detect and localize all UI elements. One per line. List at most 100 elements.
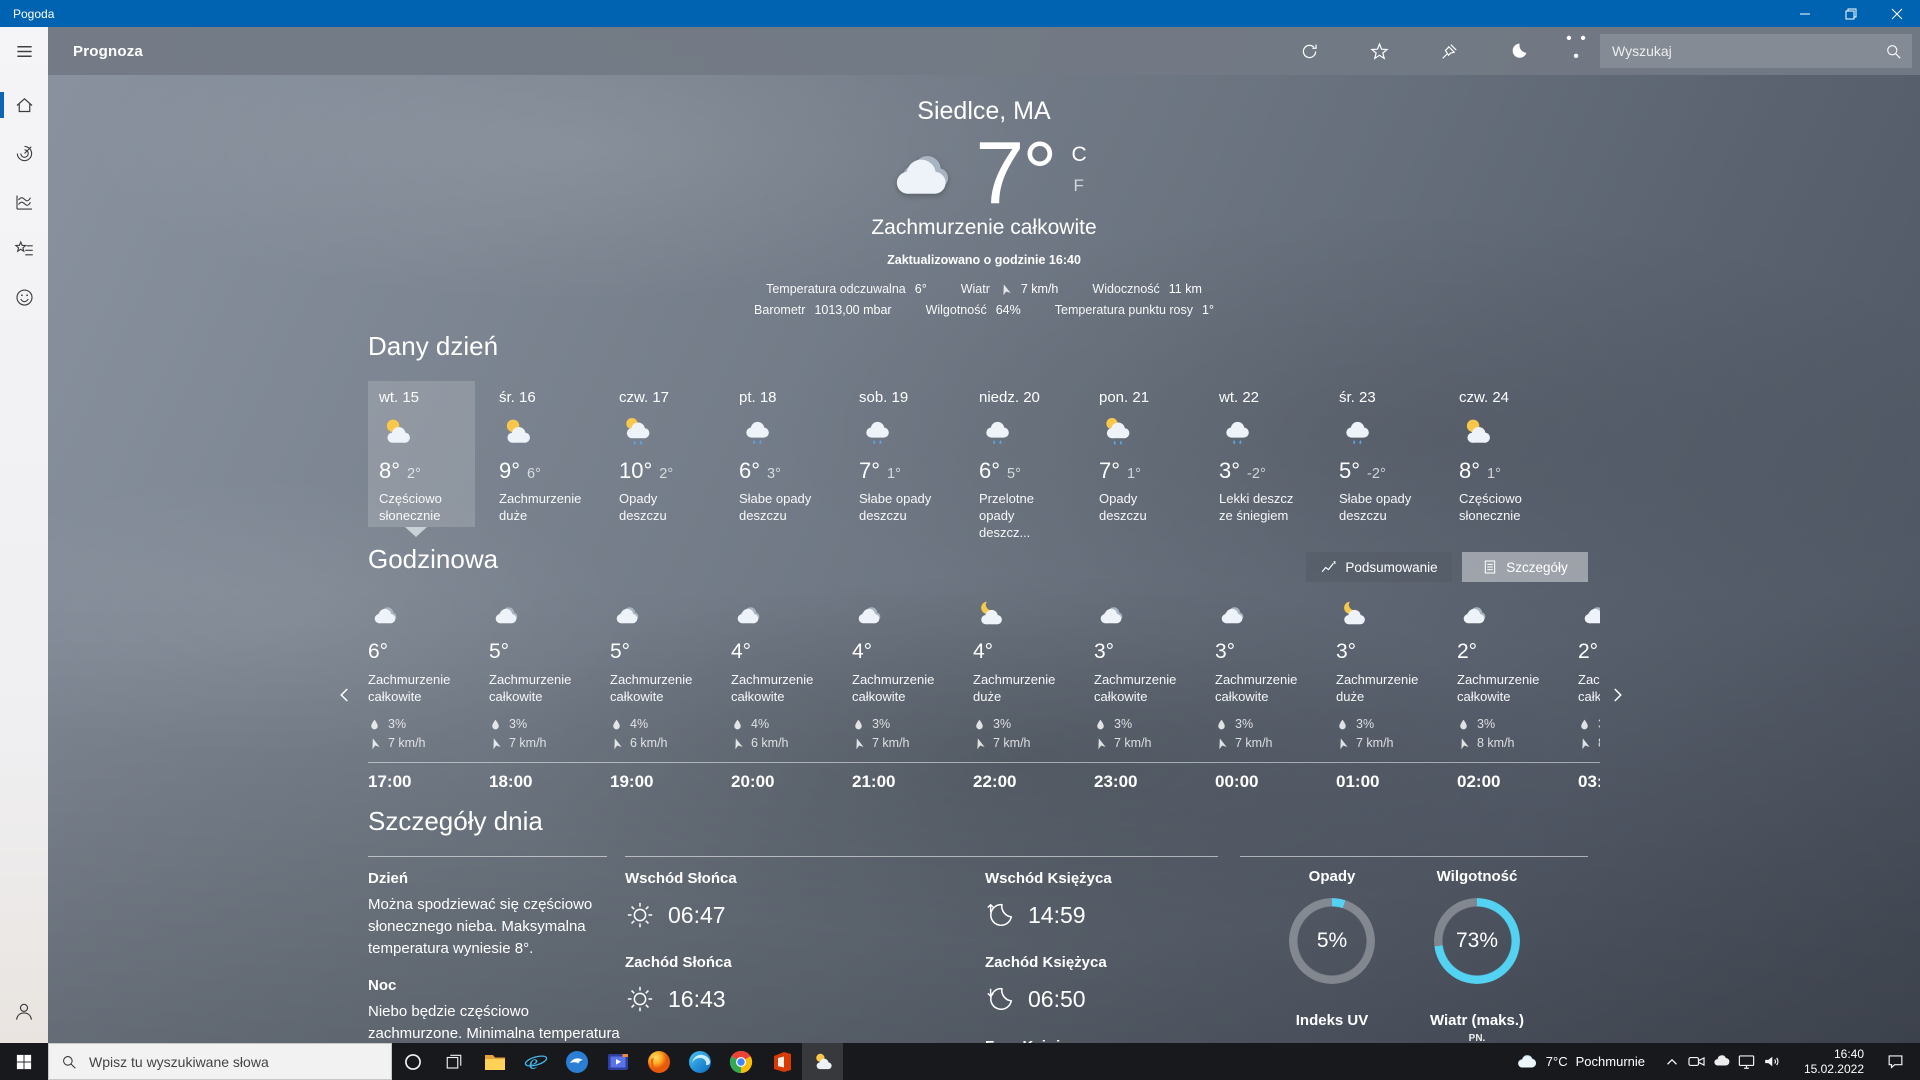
summary-button[interactable]: Podsumowanie — [1306, 552, 1452, 582]
day-condition: Opady deszczu — [619, 491, 715, 525]
app-navbar: Prognoza • • • — [48, 27, 1920, 75]
day-card[interactable]: sob. 19 7°1° Słabe opady deszczu — [848, 381, 955, 527]
sunset-time: 16:43 — [668, 986, 726, 1013]
day-card[interactable]: wt. 22 3°-2° Lekki deszcz ze śniegiem — [1208, 381, 1315, 527]
wind-direction-icon — [852, 737, 865, 750]
list-icon — [1482, 559, 1498, 575]
day-details-section-title: Szczegóły dnia — [368, 806, 543, 837]
day-card[interactable]: wt. 15 8°2° Częściowo słonecznie — [368, 381, 475, 527]
action-center-button[interactable] — [1874, 1052, 1916, 1071]
close-button[interactable] — [1874, 0, 1920, 27]
account-button[interactable] — [0, 987, 48, 1035]
app-search-box[interactable] — [1600, 34, 1912, 68]
hourly-scroll-left-button[interactable] — [330, 678, 360, 712]
low-temp: 6° — [527, 466, 541, 482]
precip-drop-icon — [1215, 718, 1228, 731]
tray-weather-widget[interactable]: 7°C Pochmurnie — [1516, 1051, 1645, 1073]
day-card[interactable]: śr. 16 9°6° Zachmurzenie duże — [488, 381, 595, 527]
humidity-gauge-label: Wilgotność — [1427, 868, 1527, 885]
precip-value: 3% — [993, 717, 1011, 731]
day-card[interactable]: pt. 18 6°3° Słabe opady deszczu — [728, 381, 835, 527]
location-title: Siedlce, MA — [368, 97, 1600, 126]
sidebar-item-feedback[interactable] — [0, 273, 48, 321]
wind-direction-icon — [610, 737, 623, 750]
weather-icon — [1094, 598, 1127, 631]
hour-temp: 4° — [731, 640, 852, 664]
sunrise-label: Wschód Słońca — [625, 870, 905, 887]
taskbar-app-chrome[interactable] — [720, 1043, 761, 1080]
sidebar-item-forecast[interactable] — [0, 81, 48, 129]
taskbar-search-input[interactable] — [87, 1053, 379, 1071]
max-wind-label: Wiatr (maks.) PN. — [1412, 1012, 1542, 1044]
low-temp: -2° — [1367, 466, 1386, 482]
tray-clock[interactable]: 16:40 15.02.2022 — [1792, 1047, 1864, 1077]
hour-time: 00:00 — [1215, 772, 1258, 792]
uv-index-label: Indeks UV — [1267, 1012, 1397, 1029]
pin-button[interactable] — [1414, 27, 1484, 75]
low-temp: 5° — [1007, 466, 1021, 482]
tray-network-button[interactable] — [1734, 1052, 1759, 1071]
unit-celsius-toggle[interactable]: C — [1071, 143, 1086, 167]
day-card[interactable]: niedz. 20 6°5° Przelotne opady deszcz... — [968, 381, 1075, 527]
minimize-button[interactable] — [1782, 0, 1828, 27]
sidebar-item-favorites[interactable] — [0, 225, 48, 273]
firefox-icon — [647, 1050, 671, 1074]
moonrise-icon — [985, 900, 1015, 930]
tray-onedrive-button[interactable] — [1709, 1052, 1734, 1071]
close-icon — [1891, 8, 1903, 20]
wind-direction-icon — [1578, 737, 1591, 750]
details-button[interactable]: Szczegóły — [1462, 552, 1588, 582]
humidity-gauge: Wilgotność 73% — [1427, 868, 1527, 984]
task-view-button[interactable] — [433, 1043, 474, 1080]
restore-icon — [1845, 8, 1857, 20]
day-card[interactable]: śr. 23 5°-2° Słabe opady deszczu — [1328, 381, 1435, 527]
tray-meet-now-button[interactable] — [1684, 1052, 1709, 1071]
sidebar-item-history[interactable] — [0, 177, 48, 225]
day-card[interactable]: czw. 24 8°1° Częściowo słonecznie — [1448, 381, 1555, 527]
restore-button[interactable] — [1828, 0, 1874, 27]
taskbar-app-file-explorer[interactable] — [474, 1043, 515, 1080]
hour-condition: Zachmurzenie całkowite — [368, 671, 470, 708]
wind-direction-icon — [1336, 737, 1349, 750]
moon-icon — [1510, 42, 1528, 60]
taskbar-search-box[interactable] — [48, 1043, 392, 1080]
taskbar-app-internet-explorer[interactable] — [515, 1043, 556, 1080]
hour-item: 2° Zachmurzenie całkowite 3% 8 km/h 02:0… — [1457, 598, 1578, 796]
hourly-scroll-right-button[interactable] — [1602, 678, 1632, 712]
more-button[interactable]: • • • — [1554, 27, 1600, 75]
taskbar-app-movies-tv[interactable] — [597, 1043, 638, 1080]
dark-mode-button[interactable] — [1484, 27, 1554, 75]
precip-value: 3% — [1235, 717, 1253, 731]
details-button-label: Szczegóły — [1506, 560, 1568, 575]
hour-condition: Zachmurzenie całkowite — [489, 671, 591, 708]
app-search-input[interactable] — [1610, 42, 1885, 60]
precip-value: 3% — [388, 717, 406, 731]
humidity-ring: 73% — [1434, 898, 1520, 984]
weather-icon — [610, 598, 643, 631]
day-card[interactable]: pon. 21 7°1° Opady deszczu — [1088, 381, 1195, 527]
start-button[interactable] — [0, 1043, 48, 1080]
taskbar-app-weather[interactable] — [802, 1043, 843, 1080]
day-condition: Lekki deszcz ze śniegiem — [1219, 491, 1315, 525]
taskbar-app-office[interactable] — [761, 1043, 802, 1080]
precipitation-value: 5% — [1289, 898, 1375, 984]
tray-volume-button[interactable] — [1759, 1052, 1784, 1071]
favorite-button[interactable] — [1344, 27, 1414, 75]
sidebar-item-maps[interactable] — [0, 129, 48, 177]
taskbar-app-edge[interactable] — [679, 1043, 720, 1080]
day-condition: Częściowo słonecznie — [1459, 491, 1555, 525]
high-temp: 8° — [379, 458, 400, 484]
weather-icon — [489, 598, 522, 631]
tray-show-hidden-icons-button[interactable] — [1659, 1053, 1684, 1071]
hamburger-menu-button[interactable] — [0, 27, 48, 75]
search-icon[interactable] — [1885, 43, 1902, 60]
cortana-button[interactable] — [392, 1043, 433, 1080]
day-card[interactable]: czw. 17 10°2° Opady deszczu — [608, 381, 715, 527]
hour-condition: Zachmurzenie duże — [973, 671, 1075, 708]
taskbar-app-firefox[interactable] — [638, 1043, 679, 1080]
taskbar-app-bird[interactable] — [556, 1043, 597, 1080]
hour-time: 03:00 — [1578, 772, 1600, 792]
hourly-forecast-strip[interactable]: 6° Zachmurzenie całkowite 3% 7 km/h 17:0… — [368, 598, 1600, 796]
unit-fahrenheit-toggle[interactable]: F — [1071, 176, 1083, 196]
refresh-button[interactable] — [1274, 27, 1344, 75]
